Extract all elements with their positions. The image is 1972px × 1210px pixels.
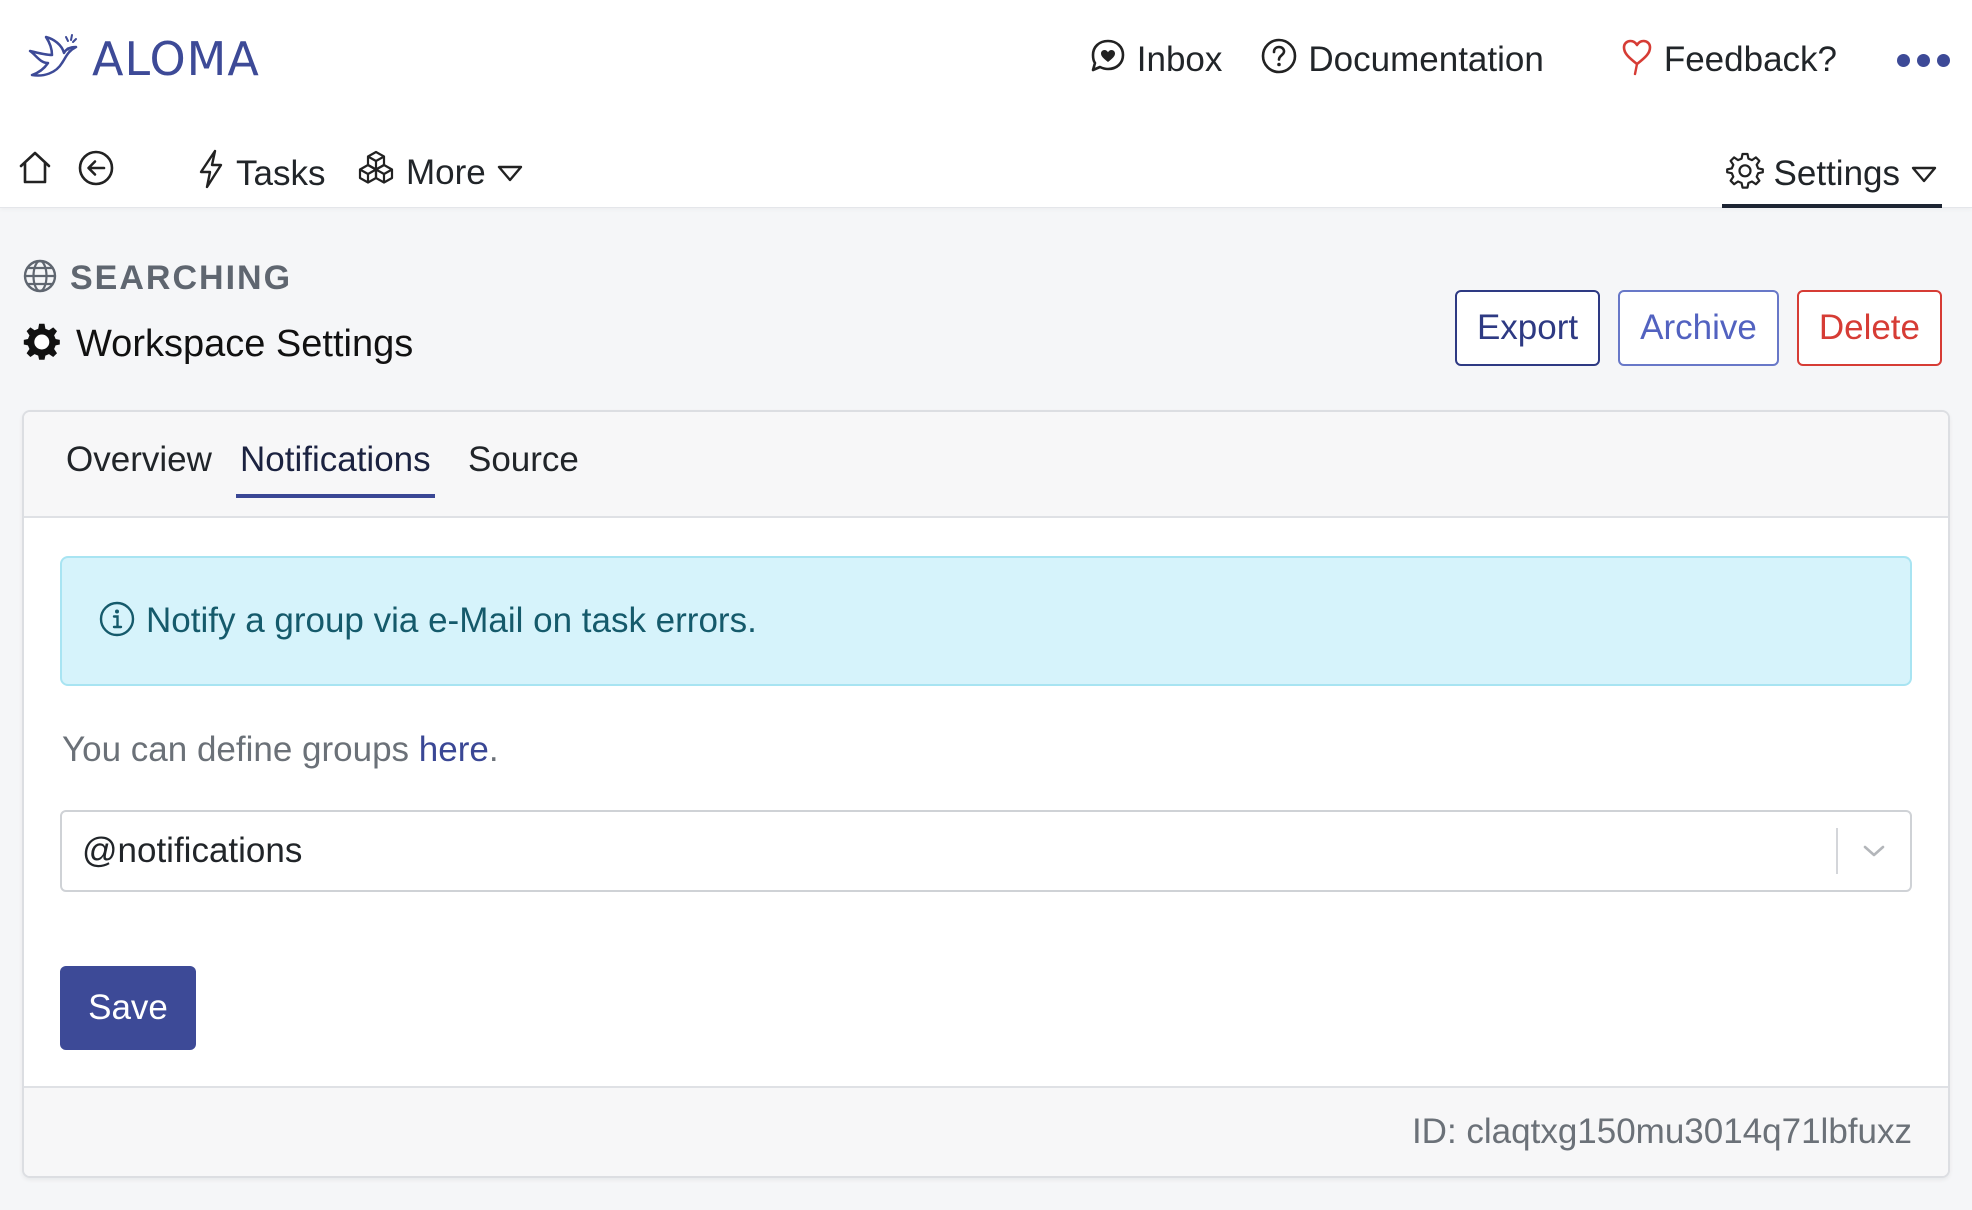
- aloma-logo[interactable]: ALOMA: [26, 32, 260, 86]
- alert-text: Notify a group via e-Mail on task errors…: [146, 601, 757, 640]
- lightning-icon: [196, 148, 226, 199]
- settings-card: Overview Notifications Source Notify a g…: [22, 410, 1950, 1178]
- arrow-left-circle-icon[interactable]: [76, 148, 116, 193]
- boxes-icon: [356, 148, 396, 197]
- helper-suffix: .: [488, 730, 499, 769]
- settings-dropdown[interactable]: Settings: [1721, 144, 1942, 208]
- archive-button[interactable]: Archive: [1618, 290, 1779, 366]
- chevron-down-icon[interactable]: [1838, 810, 1910, 892]
- dove-logo-icon: [26, 33, 80, 86]
- home-icon[interactable]: [16, 148, 54, 193]
- globe-icon: [22, 258, 58, 299]
- helper-text: You can define groups here.: [62, 730, 499, 770]
- tab-overview[interactable]: Overview: [66, 440, 212, 494]
- top-nav: Inbox Documentation Feedback?: [1089, 28, 1954, 92]
- settings-label: Settings: [1773, 154, 1900, 193]
- info-alert: Notify a group via e-Mail on task errors…: [60, 556, 1912, 686]
- page-title-text: Workspace Settings: [76, 323, 414, 365]
- caret-down-icon: [496, 153, 524, 193]
- caret-down-icon: [1910, 154, 1938, 194]
- info-circle-icon: [98, 600, 136, 643]
- heart-outline-icon: [1620, 36, 1654, 85]
- group-select[interactable]: @notifications: [60, 810, 1912, 892]
- top-bar: ALOMA Inbox Documentation Feedback? Task…: [0, 0, 1972, 208]
- delete-button[interactable]: Delete: [1796, 290, 1942, 366]
- tab-source[interactable]: Source: [468, 440, 579, 494]
- tab-bar: Overview Notifications Source: [24, 412, 1948, 518]
- question-circle-icon: [1260, 37, 1298, 84]
- breadcrumb-label: SEARCHING: [70, 259, 293, 297]
- tasks-link[interactable]: Tasks: [196, 148, 325, 199]
- inbox-link[interactable]: Inbox: [1089, 37, 1223, 84]
- breadcrumb[interactable]: SEARCHING: [22, 258, 292, 299]
- logo-text: ALOMA: [92, 32, 260, 86]
- inbox-label: Inbox: [1136, 40, 1223, 79]
- tab-notifications[interactable]: Notifications: [236, 440, 435, 498]
- save-button[interactable]: Save: [60, 966, 196, 1050]
- gear-icon: [1725, 151, 1764, 198]
- workspace-id: ID: claqtxg150mu3014q71lbfuxz: [1411, 1112, 1912, 1151]
- ellipsis-icon: [1897, 53, 1910, 67]
- page-title: Workspace Settings: [22, 322, 413, 367]
- sub-nav: Tasks More Settings: [0, 136, 1972, 208]
- group-select-value: @notifications: [82, 831, 303, 870]
- documentation-label: Documentation: [1308, 40, 1544, 79]
- more-label: More: [406, 152, 486, 192]
- header-actions: Export Archive Delete: [1454, 290, 1942, 366]
- feedback-label: Feedback?: [1663, 40, 1837, 79]
- feedback-link[interactable]: Feedback?: [1620, 36, 1837, 85]
- gear-solid-icon: [22, 322, 62, 367]
- export-button[interactable]: Export: [1454, 290, 1601, 366]
- tasks-label: Tasks: [236, 153, 326, 193]
- define-groups-link[interactable]: here: [419, 730, 489, 769]
- card-footer: ID: claqtxg150mu3014q71lbfuxz: [24, 1086, 1948, 1176]
- more-dropdown[interactable]: More: [356, 148, 524, 197]
- more-menu-button[interactable]: [1893, 48, 1954, 73]
- documentation-link[interactable]: Documentation: [1260, 37, 1544, 84]
- chat-bubble-heart-icon: [1089, 37, 1127, 84]
- helper-prefix: You can define groups: [62, 730, 419, 769]
